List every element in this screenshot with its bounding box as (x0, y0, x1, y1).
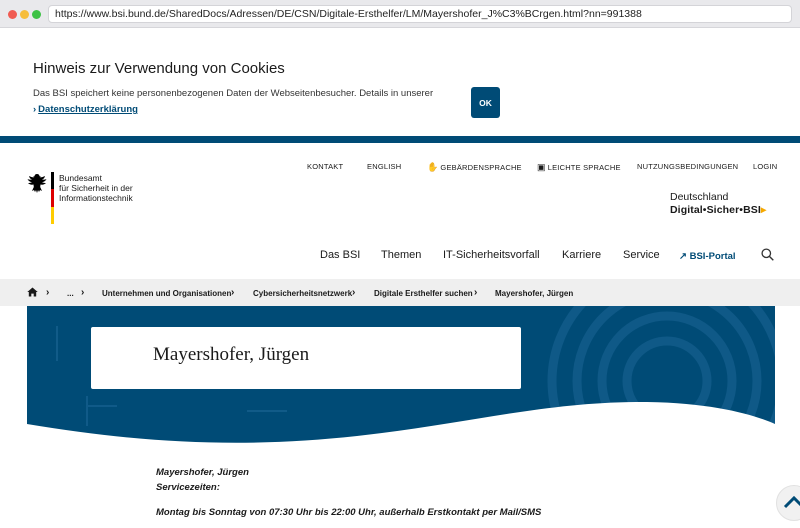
meta-nav-sign-language-label: GEBÄRDENSPRACHE (440, 163, 522, 172)
deutschland-digital-sicher-logo[interactable]: Deutschland Digital•Sicher•BSI▸ (670, 191, 780, 221)
minimize-window-button[interactable] (20, 10, 29, 19)
cookie-title: Hinweis zur Verwendung von Cookies (33, 60, 285, 77)
breadcrumb-separator: › (352, 287, 356, 298)
nav-karriere[interactable]: Karriere (562, 249, 601, 261)
campaign-line-1: Deutschland (670, 191, 729, 203)
privacy-policy-link-label: Datenschutzerklärung (38, 104, 138, 115)
nav-das-bsi[interactable]: Das BSI (320, 249, 360, 261)
breadcrumb-item-unternehmen[interactable]: Unternehmen und Organisationen (102, 289, 231, 298)
cookie-banner: Hinweis zur Verwendung von Cookies Das B… (0, 28, 800, 136)
nav-bsi-portal-label: BSI-Portal (689, 251, 736, 262)
meta-nav-kontakt[interactable]: KONTAKT (307, 162, 343, 171)
campaign-word-3: BSI (743, 204, 761, 216)
meta-nav-english[interactable]: ENGLISH (367, 162, 401, 171)
header-divider (0, 136, 800, 143)
chevron-right-icon: › (33, 104, 37, 115)
logo-text-line-3: Informationstechnik (59, 193, 133, 203)
privacy-policy-link[interactable]: › Datenschutzerklärung (33, 104, 138, 115)
contact-name: Mayershofer, Jürgen (156, 467, 249, 478)
external-link-icon: ↗ (679, 251, 687, 262)
breadcrumb-separator: › (81, 287, 85, 298)
campaign-word-2: Sicher (706, 204, 740, 216)
chevron-up-icon (783, 495, 800, 509)
scroll-to-top-button[interactable] (776, 485, 800, 521)
breadcrumb-item-ersthelfer[interactable]: Digitale Ersthelfer suchen (374, 289, 473, 298)
bsi-logo[interactable]: Bundesamt für Sicherheit in der Informat… (27, 172, 167, 228)
nav-bsi-portal[interactable]: ↗ BSI-Portal (679, 251, 736, 262)
address-bar[interactable]: https://www.bsi.bund.de/SharedDocs/Adres… (48, 5, 792, 23)
meta-nav-login[interactable]: LOGIN (753, 162, 777, 171)
german-flag-stripe (51, 172, 54, 224)
breadcrumb-ellipsis[interactable]: ... (67, 289, 74, 298)
breadcrumb-current: Mayershofer, Jürgen (495, 289, 574, 298)
logo-text-line-1: Bundesamt (59, 173, 102, 183)
federal-eagle-icon (27, 174, 47, 193)
browser-toolbar: https://www.bsi.bund.de/SharedDocs/Adres… (0, 0, 800, 28)
page-title: Mayershofer, Jürgen (153, 344, 310, 365)
campaign-line-2: Digital•Sicher•BSI▸ (670, 204, 767, 216)
breadcrumb-item-cybersicherheitsnetzwerk[interactable]: Cybersicherheitsnetzwerk (253, 289, 352, 298)
meta-nav-easy-language-label: LEICHTE SPRACHE (547, 163, 621, 172)
meta-nav-terms[interactable]: NUTZUNGSBEDINGUNGEN (637, 162, 738, 171)
search-icon[interactable] (761, 248, 774, 261)
nav-themen[interactable]: Themen (381, 249, 421, 261)
meta-nav-sign-language[interactable]: ✋ GEBÄRDENSPRACHE (427, 162, 522, 173)
nav-service[interactable]: Service (623, 249, 660, 261)
breadcrumb-separator: › (231, 287, 235, 298)
book-icon: ▣ (537, 162, 546, 172)
breadcrumb-separator: › (474, 287, 478, 298)
campaign-word-1: Digital (670, 204, 703, 216)
maximize-window-button[interactable] (32, 10, 41, 19)
hand-icon: ✋ (427, 162, 439, 172)
service-hours-label: Servicezeiten: (156, 482, 220, 493)
cookie-ok-button[interactable]: OK (471, 87, 500, 118)
meta-nav-easy-language[interactable]: ▣ LEICHTE SPRACHE (537, 162, 621, 173)
home-icon[interactable] (27, 287, 38, 297)
breadcrumb-separator: › (46, 287, 50, 298)
close-window-button[interactable] (8, 10, 17, 19)
nav-it-sicherheitsvorfall[interactable]: IT-Sicherheitsvorfall (443, 249, 540, 261)
logo-text-line-2: für Sicherheit in der (59, 183, 133, 193)
cookie-text: Das BSI speichert keine personenbezogene… (33, 88, 434, 99)
service-hours-text: Montag bis Sonntag von 07:30 Uhr bis 22:… (156, 507, 542, 518)
